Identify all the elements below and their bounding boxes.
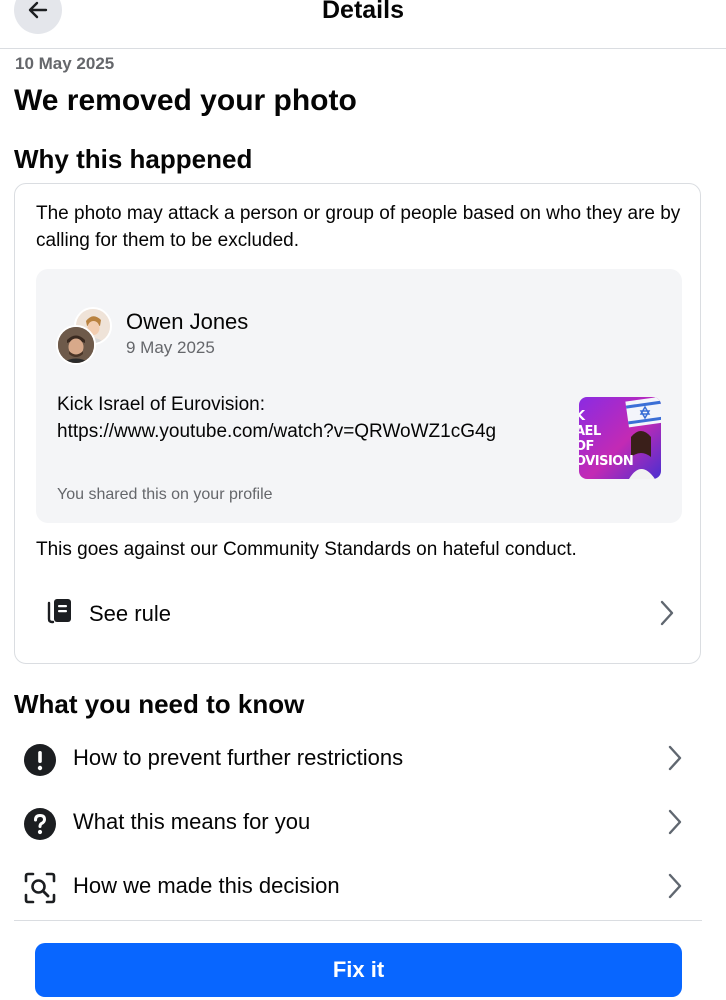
book-icon: [47, 599, 71, 624]
chevron-right-icon: [660, 600, 674, 626]
why-heading: Why this happened: [14, 144, 253, 174]
why-card: The photo may attack a person or group o…: [14, 183, 701, 664]
exclamation-circle-icon: [24, 744, 56, 776]
divider: [14, 920, 702, 921]
know-item-label: How we made this decision: [73, 873, 340, 898]
post-link[interactable]: https://www.youtube.com/watch?v=QRWoWZ1c…: [57, 418, 557, 445]
know-item-label: How to prevent further restrictions: [73, 745, 404, 770]
see-rule-button[interactable]: See rule: [35, 585, 675, 641]
magnify-scan-icon: [24, 872, 56, 904]
avatar: [56, 307, 112, 365]
chevron-right-icon: [668, 873, 682, 899]
chevron-right-icon: [668, 745, 682, 771]
post-text-line: Kick Israel of Eurovision:: [57, 394, 266, 415]
shared-note: You shared this on your profile: [57, 486, 273, 503]
removed-post-preview[interactable]: Owen Jones 9 May 2025 Kick Israel of Eur…: [36, 269, 682, 523]
post-date: 9 May 2025: [126, 338, 215, 357]
what-this-means-item[interactable]: What this means for you: [14, 794, 701, 856]
see-rule-label: See rule: [89, 601, 171, 626]
know-item-label: What this means for you: [73, 809, 311, 834]
fix-it-button[interactable]: Fix it: [35, 943, 682, 997]
page-title: We removed your photo: [14, 84, 357, 117]
avatar-primary: [56, 325, 96, 365]
post-author-name[interactable]: Owen Jones: [126, 309, 248, 335]
notice-date: 10 May 2025: [15, 54, 115, 73]
top-bar: Details: [0, 0, 726, 49]
question-circle-icon: [24, 808, 56, 840]
prevent-restrictions-item[interactable]: How to prevent further restrictions: [14, 730, 701, 792]
post-thumbnail[interactable]: K AEL OF OVISION: [579, 397, 661, 479]
know-heading: What you need to know: [14, 689, 305, 719]
how-decision-made-item[interactable]: How we made this decision: [14, 858, 701, 920]
policy-statement: This goes against our Community Standard…: [36, 539, 577, 560]
thumbnail-caption: K AEL OF OVISION: [579, 409, 634, 469]
chevron-right-icon: [668, 809, 682, 835]
removal-reason: The photo may attack a person or group o…: [36, 203, 681, 251]
post-text: Kick Israel of Eurovision: https://www.y…: [57, 391, 557, 445]
page-header-title: Details: [322, 0, 404, 24]
